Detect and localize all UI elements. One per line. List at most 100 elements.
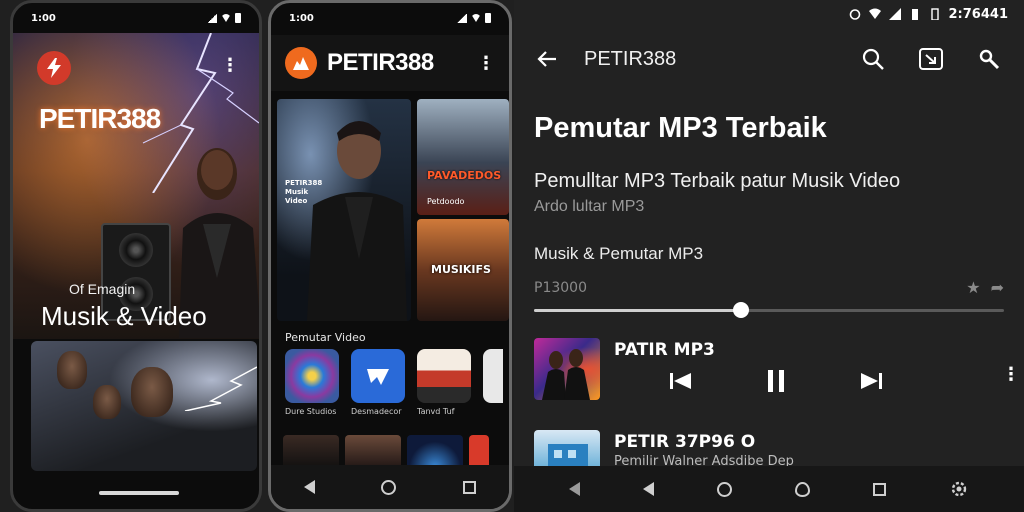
bolt-logo-icon [47, 58, 61, 78]
signal-icon [457, 13, 467, 23]
seek-bar[interactable] [534, 302, 1004, 318]
brand-title: PETIR388 [327, 49, 434, 76]
track-row[interactable]: PETIR 37P96 O Pemilir Walner Adsdibe Dep… [534, 426, 1008, 470]
app-item-label: Desmadecor [351, 407, 402, 416]
app-item-label: Dure Studios [285, 407, 337, 416]
hero-banner[interactable]: ⋮ PETIR388 Of Emagin Musik & Video [13, 33, 259, 339]
video-card[interactable]: MUSIKIFS [417, 219, 509, 321]
play-count: P13000 [534, 280, 587, 296]
app-logo[interactable] [285, 47, 317, 79]
battery-icon [911, 9, 918, 20]
person-image [57, 351, 87, 389]
artist-image [307, 121, 407, 321]
video-card-title: MUSIKIFS [431, 263, 491, 276]
brand-title: PETIR388 [39, 103, 161, 134]
desmadecor-icon [351, 349, 405, 403]
video-card-subtitle: Petdoodo [427, 197, 465, 206]
battery-icon [485, 13, 491, 23]
skip-next-icon[interactable] [856, 368, 886, 394]
back-nav-icon[interactable] [304, 480, 316, 494]
status-bar: 1:00 [271, 3, 509, 33]
mp3-player-panel: 2:76441 PETIR388 Pemutar MP3 Terbaik Pem… [514, 0, 1024, 512]
hero-subtitle: Of Emagin [69, 281, 136, 297]
app-item-label: Tanvd Tuf [417, 407, 455, 416]
album-art [534, 338, 600, 400]
skip-previous-icon[interactable] [666, 368, 696, 394]
navigation-bar [514, 466, 1024, 512]
lightning-icon [184, 366, 257, 411]
page-title: Pemutar MP3 Terbaik [534, 112, 827, 144]
track-title: PATIR MP3 [614, 340, 715, 360]
video-card[interactable]: PAVADEDOS Petdoodo [417, 99, 509, 215]
status-icons [457, 13, 491, 23]
battery-icon [930, 8, 939, 20]
app-item[interactable]: Desmadecor [351, 349, 407, 416]
wifi-icon [471, 14, 481, 22]
system-status-bar: 2:76441 [514, 0, 1024, 28]
app-item[interactable] [483, 349, 503, 403]
hero-title: Musik & Video [41, 301, 207, 331]
more-vertical-icon[interactable]: ⋮ [221, 55, 239, 76]
share-icon[interactable]: ➦ [991, 278, 1004, 297]
app-bar: PETIR388 ⋮ [271, 35, 509, 91]
back-nav-icon[interactable] [569, 482, 581, 496]
toolbar-title: PETIR388 [584, 47, 677, 70]
track-title: PETIR 37P96 O [614, 432, 756, 452]
featured-video-card[interactable]: PETIR388 Musik Video [277, 99, 411, 321]
person-image [93, 385, 121, 419]
rating-actions: ★ ➦ [966, 278, 1004, 297]
more-vertical-icon[interactable]: ⋮ [477, 53, 495, 74]
cast-icon[interactable] [916, 44, 946, 74]
assistant-nav-icon[interactable] [794, 481, 810, 497]
recents-nav-icon[interactable] [462, 480, 476, 494]
battery-icon [235, 13, 241, 23]
more-vertical-icon[interactable]: ⋮ [1002, 366, 1020, 384]
status-bar: 1:00 [13, 3, 259, 33]
playback-controls [666, 368, 886, 394]
alarm-icon [849, 9, 860, 20]
signal-icon [207, 13, 217, 23]
settings-icon[interactable] [949, 479, 969, 499]
poster-icon [417, 349, 471, 403]
app-item[interactable]: Tanvd Tuf [417, 349, 473, 416]
page-subtitle: Pemulltar MP3 Terbaik patur Musik Video [534, 170, 901, 192]
flame-logo-icon [293, 57, 309, 70]
status-icons [207, 13, 241, 23]
home-nav-icon[interactable] [717, 481, 733, 497]
person-image [131, 367, 173, 417]
app-logo[interactable] [37, 51, 71, 85]
category-label: Musik & Pemutar MP3 [534, 244, 704, 263]
star-icon[interactable]: ★ [966, 278, 980, 297]
signal-icon [888, 8, 901, 20]
album-art [534, 430, 600, 470]
more-vertical-icon[interactable]: ⋮ [1002, 444, 1008, 462]
disc-icon [285, 349, 339, 403]
page-subtitle-secondary: Ardo lultar MP3 [534, 198, 645, 215]
seek-thumb[interactable] [732, 302, 749, 318]
video-card-title: PAVADEDOS [427, 169, 502, 182]
phone-mockup-center: 1:00 PETIR388 ⋮ PETIR388 Musik Video PAV… [268, 0, 512, 512]
featured-card[interactable] [31, 341, 257, 471]
wifi-icon [221, 14, 231, 22]
track-row[interactable]: PATIR MP3 ⋮ [534, 334, 1020, 404]
app-tile-icon [483, 349, 503, 403]
wifi-icon [868, 8, 881, 19]
status-time: 1:00 [289, 12, 314, 24]
status-time: 1:00 [31, 12, 56, 24]
feature-caption: PETIR388 Musik Video [285, 179, 323, 205]
phone-mockup-left: 1:00 ⋮ PETIR388 Of Emagin Musik & Video [10, 0, 262, 512]
pause-icon[interactable] [761, 368, 791, 394]
system-time: 2:76441 [948, 6, 1008, 22]
navigation-bar [271, 465, 509, 509]
screenshot-stage: 1:00 ⋮ PETIR388 Of Emagin Musik & Video … [0, 0, 1024, 512]
wrench-icon[interactable] [974, 44, 1004, 74]
home-nav-icon[interactable] [381, 479, 397, 495]
arrow-left-icon[interactable] [534, 46, 560, 72]
toolbar: PETIR388 [514, 28, 1024, 90]
home-indicator[interactable] [99, 491, 179, 495]
recents-nav-icon[interactable] [872, 482, 886, 496]
search-icon[interactable] [858, 44, 888, 74]
back-nav-icon[interactable] [643, 482, 655, 496]
app-item[interactable]: Dure Studios [285, 349, 341, 416]
seek-progress [534, 309, 741, 312]
